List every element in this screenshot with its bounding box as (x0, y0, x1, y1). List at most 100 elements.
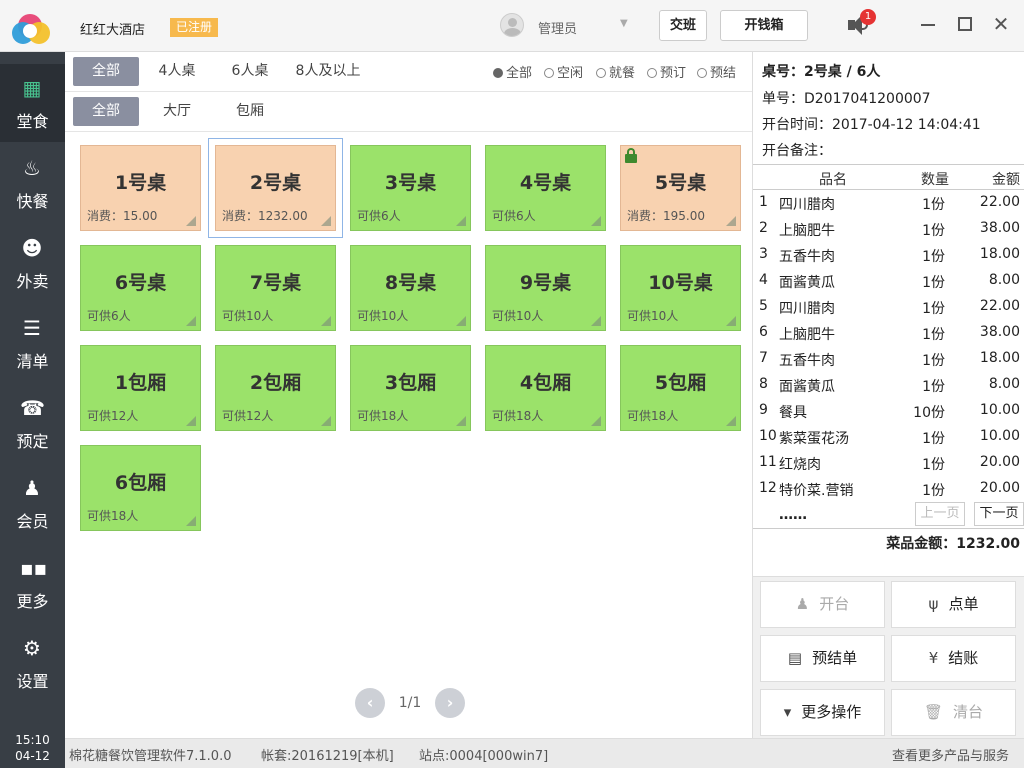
corner-triangle-icon (186, 516, 196, 526)
table-tile[interactable]: 2包厢 可供12人 (215, 345, 336, 431)
prev-page-button[interactable]: ‹ (355, 688, 385, 718)
item-amount: 8.00 (988, 376, 1020, 392)
caret-down-icon: ▾ (783, 703, 792, 721)
capacity-filter-row: 全部 4人桌 6人桌 8人及以上 全部 空闲 就餐 预订 预结 (65, 52, 752, 92)
item-name: 四川腊肉 (779, 301, 835, 317)
radio-circle-icon (697, 68, 707, 78)
action-button-0[interactable]: ♟ 开台 (760, 581, 885, 628)
item-qty: 10份 (913, 405, 945, 421)
order-prev-page-button[interactable]: 上一页 (915, 502, 965, 526)
sidebar-item-7[interactable]: ⚙ 设置 (0, 624, 65, 702)
item-index: 12 (759, 480, 777, 496)
table-tile[interactable]: 5包厢 可供18人 (620, 345, 741, 431)
action-label: 预结单 (812, 649, 858, 667)
table-tile[interactable]: 8号桌 可供10人 (350, 245, 471, 331)
order-item-row[interactable]: 4 面酱黄瓜 1份 8.00 (753, 268, 1024, 294)
sidebar-item-label: 会员 (16, 512, 49, 531)
radio-circle-icon (596, 68, 606, 78)
sidebar-item-4[interactable]: ☎ 预定 (0, 384, 65, 462)
status-radio-3[interactable]: 预订 (647, 62, 686, 81)
order-item-row[interactable]: 2 上脑肥牛 1份 38.00 (753, 216, 1024, 242)
item-qty: 1份 (922, 327, 945, 343)
shift-button[interactable]: 交班 (659, 10, 707, 41)
sidebar-item-3[interactable]: ☰ 清单 (0, 304, 65, 382)
open-cashbox-button[interactable]: 开钱箱 (720, 10, 808, 41)
avatar[interactable] (500, 13, 524, 37)
item-index: 3 (759, 246, 768, 262)
table-tile[interactable]: 2号桌 消费：1232.00 (208, 138, 343, 238)
page-indicator: 1/1 (398, 695, 422, 711)
item-qty: 1份 (922, 223, 945, 239)
table-tile[interactable]: 6号桌 可供6人 (80, 245, 201, 331)
corner-triangle-icon (726, 416, 736, 426)
close-icon[interactable]: ✕ (991, 14, 1011, 34)
item-name: 五香牛肉 (779, 353, 835, 369)
open-time: 开台时间：2017-04-12 14:04:41 (762, 117, 981, 133)
order-item-row[interactable]: 8 面酱黄瓜 1份 8.00 (753, 372, 1024, 398)
order-item-row[interactable]: 10 紫菜蛋花汤 1份 10.00 (753, 424, 1024, 450)
table-tile[interactable]: 6包厢 可供18人 (80, 445, 201, 531)
table-tile[interactable]: 1包厢 可供12人 (80, 345, 201, 431)
minimize-icon[interactable] (918, 14, 938, 34)
table-tile[interactable]: 7号桌 可供10人 (215, 245, 336, 331)
table-tile[interactable]: 4号桌 可供6人 (485, 145, 606, 231)
table-name: 4包厢 (519, 372, 572, 394)
capacity-tab-0[interactable]: 全部 (73, 57, 139, 86)
action-button-5[interactable]: 🗑 清台 (891, 689, 1016, 736)
maximize-icon[interactable] (955, 14, 975, 34)
sidebar-item-2[interactable]: ☻ 外卖 (0, 224, 65, 302)
capacity-tab-1[interactable]: 4人桌 (147, 57, 207, 86)
sidebar-item-1[interactable]: ♨ 快餐 (0, 144, 65, 222)
order-item-row[interactable]: 11 红烧肉 1份 20.00 (753, 450, 1024, 476)
area-tab-1[interactable]: 大厅 (147, 97, 207, 126)
action-button-1[interactable]: ψ 点单 (891, 581, 1016, 628)
status-radio-0[interactable]: 全部 (493, 62, 532, 81)
capacity-tab-2[interactable]: 6人桌 (220, 57, 280, 86)
status-radio-1[interactable]: 空闲 (544, 62, 583, 81)
more-products-link[interactable]: 查看更多产品与服务 (892, 745, 1009, 764)
item-qty: 1份 (922, 379, 945, 395)
item-index: 9 (759, 402, 768, 418)
sidebar-item-0[interactable]: ▦ 堂食 (0, 64, 65, 142)
table-tile[interactable]: 1号桌 消费：15.00 (80, 145, 201, 231)
courier-icon: ☻ (21, 236, 43, 260)
order-item-row[interactable]: 3 五香牛肉 1份 18.00 (753, 242, 1024, 268)
order-table-header: 品名 数量 金额 (753, 164, 1024, 190)
action-label: 开台 (819, 595, 850, 613)
order-next-page-button[interactable]: 下一页 (974, 502, 1024, 526)
capacity-tab-3[interactable]: 8人及以上 (283, 57, 373, 86)
table-tile[interactable]: 4包厢 可供18人 (485, 345, 606, 431)
order-item-row[interactable]: 5 四川腊肉 1份 22.00 (753, 294, 1024, 320)
next-page-button[interactable]: › (435, 688, 465, 718)
area-tab-0[interactable]: 全部 (73, 97, 139, 126)
table-status: 可供12人 (87, 409, 139, 423)
area-filter-row: 全部 大厅 包厢 (65, 92, 752, 132)
order-item-row[interactable]: 6 上脑肥牛 1份 38.00 (753, 320, 1024, 346)
order-item-row[interactable]: 9 餐具 10份 10.00 (753, 398, 1024, 424)
order-item-row[interactable]: 1 四川腊肉 1份 22.00 (753, 190, 1024, 216)
chevron-down-icon[interactable]: ▼ (620, 18, 628, 29)
status-radio-label: 全部 (506, 66, 533, 81)
action-label: 点单 (948, 595, 979, 613)
item-qty: 1份 (922, 197, 945, 213)
table-tile[interactable]: 5号桌 消费：195.00 (620, 145, 741, 231)
table-tile[interactable]: 10号桌 可供10人 (620, 245, 741, 331)
person-icon: ♟ (795, 595, 810, 613)
order-item-row[interactable]: 12 特价菜.营销 1份 20.00 (753, 476, 1024, 502)
sidebar-item-5[interactable]: ♟ 会员 (0, 464, 65, 542)
table-area: 全部 4人桌 6人桌 8人及以上 全部 空闲 就餐 预订 预结 全部 大厅 包厢 1号桌 消费：15.… (65, 52, 752, 738)
sidebar-item-6[interactable]: ▪▪ 更多 (0, 544, 65, 622)
action-button-3[interactable]: ¥ 结账 (891, 635, 1016, 682)
table-tile[interactable]: 9号桌 可供10人 (485, 245, 606, 331)
action-button-2[interactable]: ▤ 预结单 (760, 635, 885, 682)
status-radio-4[interactable]: 预结 (697, 62, 736, 81)
area-tab-2[interactable]: 包厢 (220, 97, 280, 126)
order-item-row[interactable]: 7 五香牛肉 1份 18.00 (753, 346, 1024, 372)
item-qty: 1份 (922, 301, 945, 317)
table-tile[interactable]: 3号桌 可供6人 (350, 145, 471, 231)
table-status: 可供18人 (627, 409, 679, 423)
table-tile[interactable]: 3包厢 可供18人 (350, 345, 471, 431)
action-button-4[interactable]: ▾ 更多操作 (760, 689, 885, 736)
admin-name[interactable]: 管理员 (538, 18, 577, 37)
status-radio-2[interactable]: 就餐 (596, 62, 635, 81)
